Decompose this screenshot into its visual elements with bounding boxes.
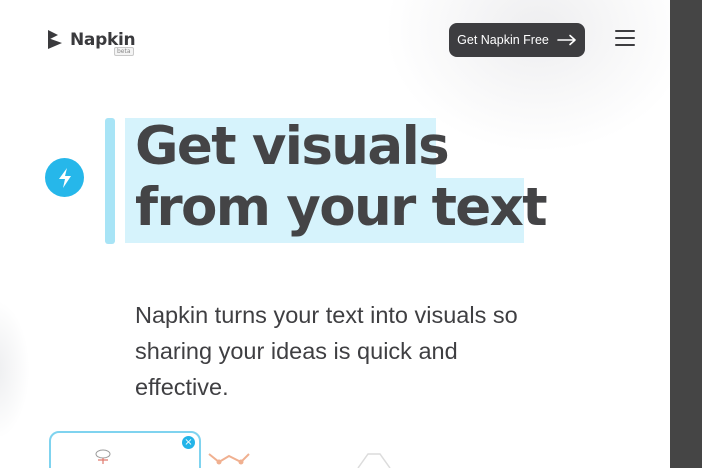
network-thumbnail-icon [208,453,250,465]
visual-preview-card[interactable] [49,431,201,468]
get-napkin-free-button[interactable]: Get Napkin Free [449,23,585,57]
beta-badge: beta [114,47,134,56]
diagram-thumbnail-icon [95,449,111,464]
lightning-bolt-icon [45,158,84,197]
arrow-right-icon [557,34,576,46]
napkin-logo[interactable]: Napkin beta [46,28,136,56]
background-shade [0,300,30,440]
hero-headline: Get visuals from your text [135,116,548,238]
napkin-logo-icon [48,30,62,49]
hero-subheadline: Napkin turns your text into visuals so s… [135,302,518,400]
scrollbar[interactable] [670,0,702,468]
close-icon[interactable]: × [182,436,195,449]
headline-line-2: from your text [135,177,548,238]
hamburger-menu-icon[interactable] [615,30,635,48]
headline-accent-bar [105,118,115,244]
headline-line-1: Get visuals [135,116,450,177]
landing-page: Napkin beta Get Napkin Free Get visuals … [0,0,670,468]
shape-thumbnail-icon [357,453,391,468]
cta-label: Get Napkin Free [457,33,549,47]
